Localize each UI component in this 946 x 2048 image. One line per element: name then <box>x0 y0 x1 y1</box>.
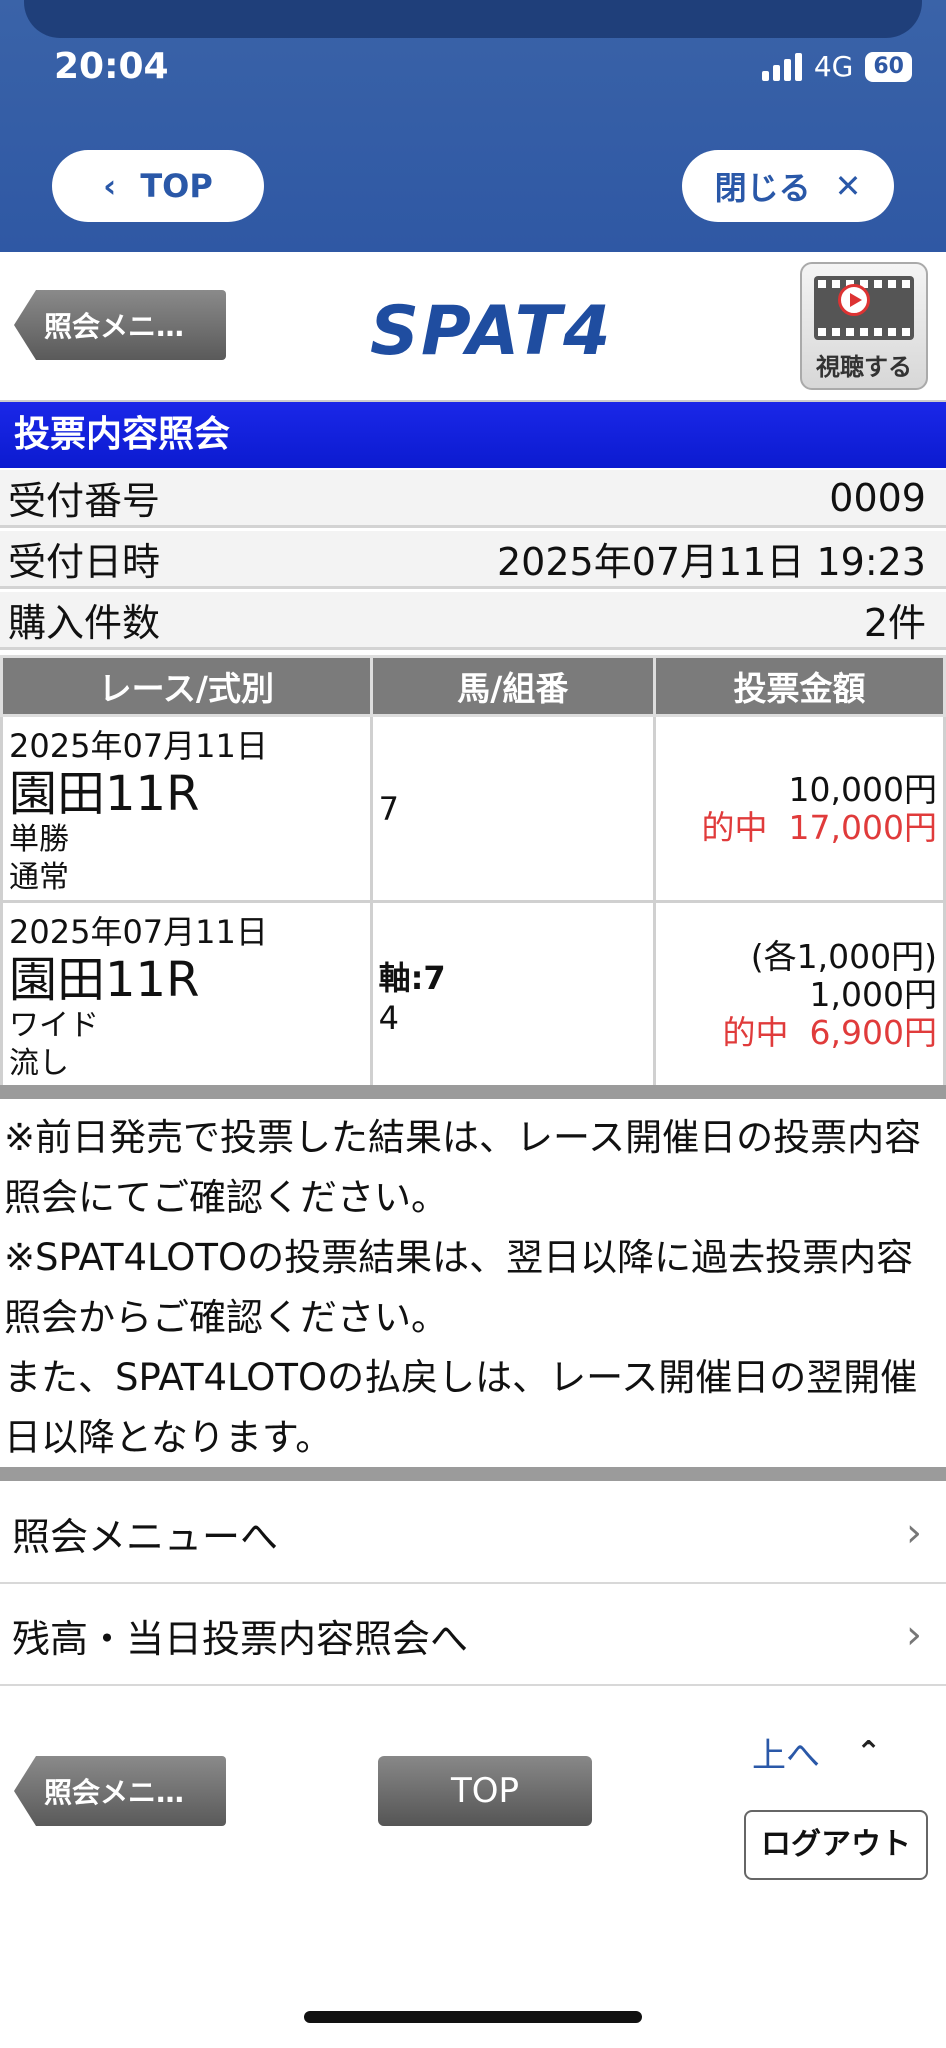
chevron-right-icon: › <box>906 1510 922 1556</box>
inquiry-menu-back-button-bottom[interactable]: 照会メニ… <box>14 1756 226 1826</box>
combo-cell: 軸:7 4 <box>369 900 657 1089</box>
hit-line: 的中 6,900円 <box>662 1012 937 1052</box>
header-race: レース/式別 <box>0 655 373 717</box>
combo-cell: 7 <box>369 714 657 903</box>
race-date: 2025年07月11日 <box>9 912 268 951</box>
notice-text: ※前日発売で投票した結果は、レース開催日の投票内容照会にてご確認ください。 ※S… <box>0 1108 946 1468</box>
info-row-receipt-number: 受付番号 0009 <box>0 470 946 528</box>
hit-line: 的中 17,000円 <box>662 807 937 847</box>
race-cell: 2025年07月11日 園田11R 単勝 通常 <box>0 714 373 903</box>
home-indicator[interactable] <box>304 2011 642 2023</box>
divider <box>0 1467 946 1481</box>
race-name: 園田11R <box>9 951 200 1008</box>
watch-video-label: 視聴する <box>816 353 912 381</box>
info-row-purchase-count: 購入件数 2件 <box>0 592 946 650</box>
close-label: 閉じる <box>714 169 811 207</box>
hit-amount: 6,900円 <box>809 1012 937 1052</box>
combo-main: 軸:7 <box>378 958 446 997</box>
hit-label: 的中 <box>722 1012 789 1052</box>
notice-line: ※SPAT4LOTOの投票結果は、翌日以降に過去投票内容照会からご確認ください。 <box>4 1236 914 1339</box>
info-value: 0009 <box>829 475 926 520</box>
logout-button[interactable]: ログアウト <box>744 1810 928 1880</box>
menu-link-label: 照会メニューへ <box>12 1514 279 1559</box>
amount-cell: 10,000円 的中 17,000円 <box>653 714 946 903</box>
battery-icon: 60 <box>865 51 912 82</box>
divider <box>0 1085 946 1099</box>
signal-icon <box>761 52 802 81</box>
race-date: 2025年07月11日 <box>9 726 268 765</box>
info-label: 受付番号 <box>8 479 161 523</box>
network-label: 4G <box>813 50 854 83</box>
spat4-logo: SPAT4 <box>370 292 613 371</box>
status-time: 20:04 <box>54 46 169 87</box>
header-combo: 馬/組番 <box>369 655 657 717</box>
inquiry-menu-back-button[interactable]: 照会メニ… <box>14 290 226 360</box>
notice-line: また、SPAT4LOTOの払戻しは、レース開催日の翌開催日以降となります。 <box>4 1356 918 1459</box>
play-icon <box>838 284 870 316</box>
site-header: 照会メニ… SPAT4 視聴する <box>0 252 946 402</box>
notice-line: ※前日発売で投票した結果は、レース開催日の投票内容照会にてご確認ください。 <box>4 1116 922 1219</box>
bet-amount: 1,000円 <box>809 974 937 1014</box>
combo-sub: 7 <box>378 789 399 828</box>
hit-amount: 17,000円 <box>788 807 937 847</box>
watch-video-button[interactable]: 視聴する <box>800 262 928 390</box>
info-label: 受付日時 <box>8 540 161 584</box>
page-title: 投票内容照会 <box>0 402 946 468</box>
scroll-up-link[interactable]: 上へ ⌃ <box>752 1728 881 1777</box>
bet-table: レース/式別 馬/組番 投票金額 2025年07月11日 園田11R 単勝 通常… <box>0 655 946 1089</box>
close-icon: ✕ <box>834 167 862 205</box>
header-amount: 投票金額 <box>653 655 946 717</box>
amount-each: (各1,000円) <box>750 936 937 976</box>
top-button[interactable]: TOP <box>378 1756 592 1826</box>
info-value: 2件 <box>863 601 926 645</box>
chevron-right-icon: › <box>906 1612 922 1658</box>
race-cell: 2025年07月11日 園田11R ワイド 流し <box>0 900 373 1089</box>
info-value: 2025年07月11日 19:23 <box>496 540 926 584</box>
menu-link-label: 残高・当日投票内容照会へ <box>12 1616 469 1661</box>
combo-sub: 4 <box>378 998 399 1037</box>
info-label: 購入件数 <box>8 601 161 645</box>
chevron-up-icon: ⌃ <box>856 1735 882 1770</box>
table-row: 2025年07月11日 園田11R 単勝 通常 7 10,000円 的中 17,… <box>0 714 946 903</box>
amount-cell: (各1,000円) 1,000円 的中 6,900円 <box>653 900 946 1089</box>
top-nav-label: TOP <box>140 167 213 205</box>
status-nav-bar: 20:04 4G 60 ‹ TOP 閉じる ✕ <box>0 0 946 252</box>
bet-type: 単勝 <box>9 821 69 857</box>
bet-type: ワイド <box>9 1007 99 1043</box>
menu-link-balance-inquiry[interactable]: 残高・当日投票内容照会へ › <box>0 1586 946 1686</box>
info-row-receipt-datetime: 受付日時 2025年07月11日 19:23 <box>0 531 946 589</box>
table-row: 2025年07月11日 園田11R ワイド 流し 軸:7 4 (各1,000円)… <box>0 900 946 1089</box>
scroll-up-label: 上へ <box>752 1736 820 1776</box>
hit-label: 的中 <box>701 807 768 847</box>
dynamic-island <box>24 0 922 38</box>
bet-method: 流し <box>9 1045 69 1081</box>
bet-method: 通常 <box>9 859 69 895</box>
table-header-row: レース/式別 馬/組番 投票金額 <box>0 655 946 717</box>
close-button[interactable]: 閉じる ✕ <box>682 150 894 222</box>
top-nav-button[interactable]: ‹ TOP <box>52 150 264 222</box>
chevron-left-icon: ‹ <box>103 167 117 205</box>
race-name: 園田11R <box>9 765 200 822</box>
bet-amount: 10,000円 <box>788 769 937 809</box>
status-indicators: 4G 60 <box>761 50 912 83</box>
menu-link-inquiry-menu[interactable]: 照会メニューへ › <box>0 1484 946 1584</box>
